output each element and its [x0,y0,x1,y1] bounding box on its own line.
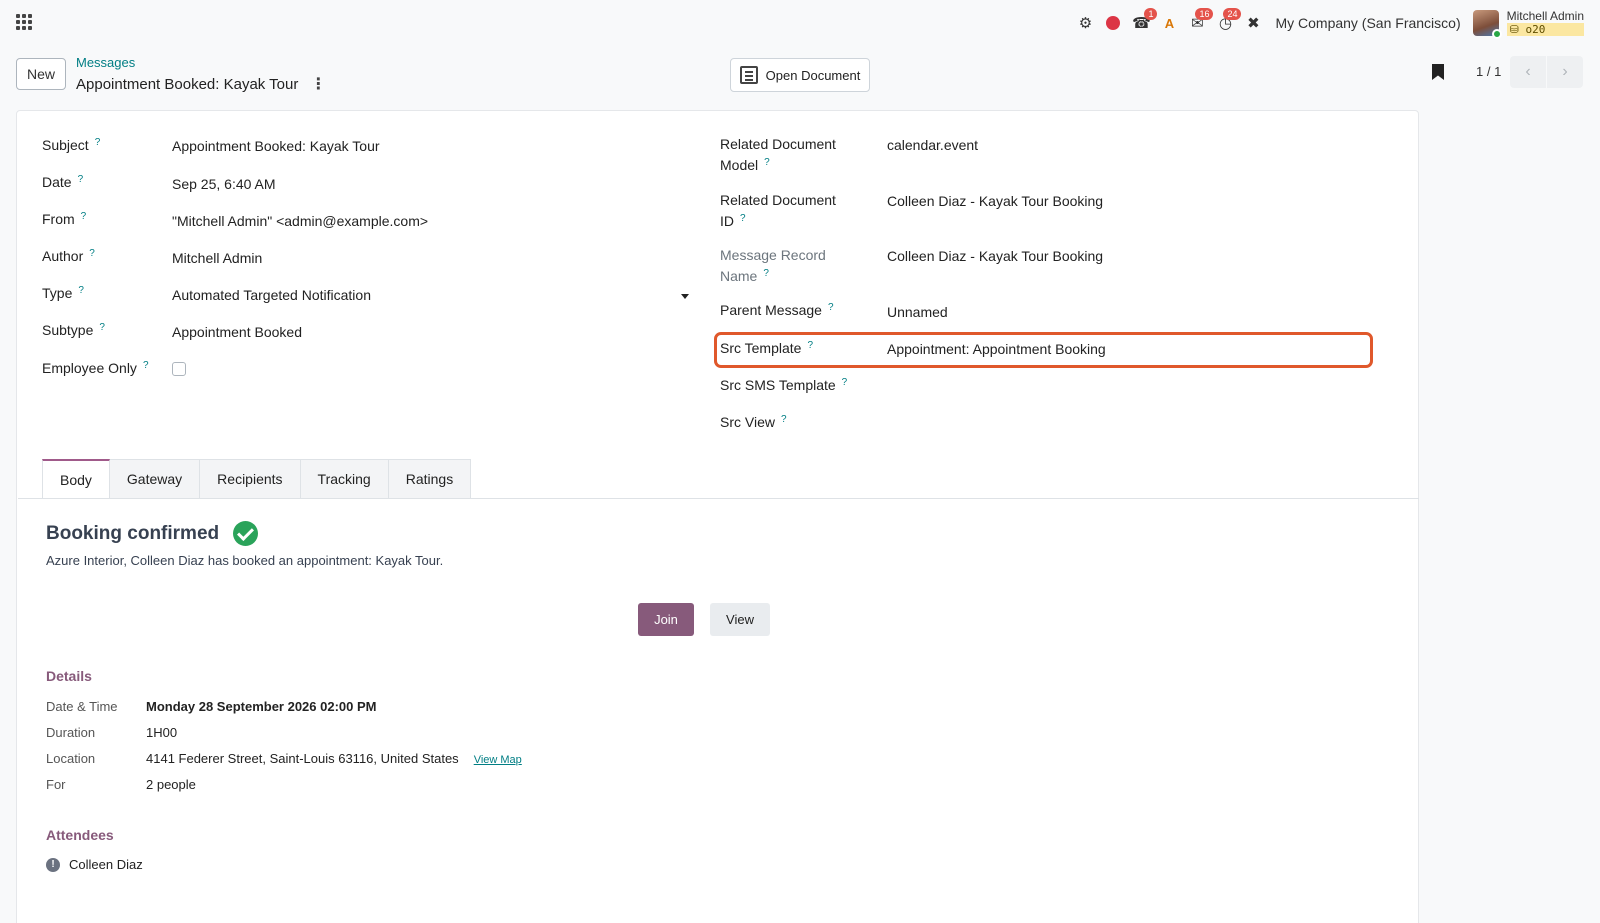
record-title: Appointment Booked: Kayak Tour ⋮ [76,74,326,94]
detail-label: For [46,777,66,792]
booking-description: Azure Interior, Colleen Diaz has booked … [46,553,444,568]
attendee-item: ! Colleen Diaz [46,857,143,872]
attendee-name: Colleen Diaz [69,857,143,872]
record-icon[interactable] [1099,6,1127,40]
debug-bug-icon[interactable]: ⚙ [1071,6,1099,40]
tab-body[interactable]: Body [42,459,110,499]
src-template-label: Src Template? [720,340,814,356]
author-value[interactable]: Mitchell Admin [172,248,262,269]
src-sms-template-label: Src SMS Template? [720,377,848,393]
related-document-id-value[interactable]: Colleen Diaz - Kayak Tour Booking [887,191,1103,212]
help-icon[interactable]: ? [764,157,770,168]
discuss-icon[interactable]: ✉ 16 [1183,6,1214,40]
date-label: Date? [42,174,84,190]
view-map-link[interactable]: View Map [474,754,522,766]
record-title-text: Appointment Booked: Kayak Tour [76,75,299,93]
subtype-label: Subtype? [42,322,105,338]
subtype-value[interactable]: Appointment Booked [172,322,302,343]
user-name: Mitchell Admin [1506,9,1584,23]
help-icon[interactable]: ? [842,377,848,388]
open-document-label: Open Document [765,67,861,83]
company-switcher[interactable]: My Company (San Francisco) [1275,15,1460,31]
employee-only-label: Employee Only? [42,360,149,376]
message-record-name-label: Message Record Name? [720,247,826,284]
new-button[interactable]: New [16,58,66,90]
help-icon[interactable]: ? [807,340,813,351]
help-icon[interactable]: ? [781,414,787,425]
tools-icon[interactable]: ✖ [1239,6,1267,40]
parent-message-value[interactable]: Unnamed [887,302,948,323]
detail-value: 1H00 [146,725,178,740]
pager-next-icon[interactable]: › [1547,56,1583,88]
author-label: Author? [42,248,95,264]
detail-value: Monday 28 September 2026 02:00 PM [146,699,377,714]
breadcrumb-messages[interactable]: Messages [76,55,135,70]
booking-title-text: Booking confirmed [46,522,220,544]
check-circle-icon [233,521,259,546]
top-navbar: ⚙ ☎ 1 A ✉ 16 ◷ 24 ✖ My Company (San Francis… [0,0,1600,46]
apps-menu-icon[interactable] [16,14,32,30]
form-sheet: Subject? Appointment Booked: Kayak Tour … [16,110,1419,923]
tab-recipients[interactable]: Recipients [199,459,301,498]
details-title: Details [46,668,92,684]
parent-message-label: Parent Message? [720,302,834,318]
help-icon[interactable]: ? [78,174,84,185]
document-icon [739,66,758,84]
help-icon[interactable]: ? [740,213,746,224]
help-icon[interactable]: ? [99,322,105,333]
pager-nav: ‹ › [1510,56,1583,88]
pager-previous-icon[interactable]: ‹ [1510,56,1546,88]
subject-label: Subject? [42,137,101,153]
join-button[interactable]: Join [638,603,694,636]
view-button[interactable]: View [710,603,770,636]
attendee-status-icon: ! [46,857,60,872]
user-menu[interactable]: Mitchell Admin ⛁ o20 [1506,9,1584,36]
phone-icon[interactable]: ☎ 1 [1127,6,1158,40]
detail-value: 2 people [146,777,196,792]
help-icon[interactable]: ? [763,268,769,279]
message-record-name-value: Colleen Diaz - Kayak Tour Booking [887,248,1104,264]
type-select[interactable]: Automated Targeted Notification [172,285,371,306]
from-label: From? [42,211,87,227]
detail-label: Date & Time [46,699,118,714]
related-document-id-label: Related Document ID? [720,192,836,229]
employee-only-checkbox[interactable] [172,362,186,376]
bookmark-icon[interactable] [1432,64,1444,80]
systray: ⚙ ☎ 1 A ✉ 16 ◷ 24 ✖ My Company (San Francis… [1071,6,1584,40]
user-avatar[interactable] [1472,10,1502,39]
actions-kebab-icon[interactable]: ⋮ [310,74,326,94]
related-document-model-label: Related Document Model? [720,136,836,173]
ai-icon[interactable]: A [1155,6,1183,40]
open-document-button[interactable]: Open Document [730,58,870,92]
detail-label: Duration [46,725,96,740]
type-label: Type? [42,285,84,301]
pager-value[interactable]: 1 / 1 [1476,64,1501,79]
notebook-tabs: Body Gateway Recipients Tracking Ratings [42,459,472,499]
date-value[interactable]: Sep 25, 6:40 AM [172,174,276,195]
src-view-label: Src View? [720,414,787,430]
activity-clock-icon[interactable]: ◷ 24 [1211,6,1242,40]
from-value[interactable]: "Mitchell Admin" <admin@example.com> [172,211,428,232]
src-template-value[interactable]: Appointment: Appointment Booking [887,339,1106,360]
help-icon[interactable]: ? [81,211,87,222]
detail-label: Location [46,751,96,766]
online-status-icon [1491,29,1502,39]
database-name: ⛁ o20 [1506,23,1584,36]
attendees-title: Attendees [46,827,114,843]
type-dropdown-icon[interactable] [681,294,689,299]
detail-location: 4141 Federer Street, Saint-Louis 63116, … [146,751,522,766]
location-value: 4141 Federer Street, Saint-Louis 63116, … [146,751,459,766]
tab-gateway[interactable]: Gateway [108,459,201,498]
help-icon[interactable]: ? [143,360,149,371]
tabs-divider [18,498,1419,499]
help-icon[interactable]: ? [828,302,834,313]
related-document-model-value[interactable]: calendar.event [887,135,978,156]
booking-title: Booking confirmed [46,521,259,546]
help-icon[interactable]: ? [78,285,84,296]
help-icon[interactable]: ? [95,137,101,148]
help-icon[interactable]: ? [89,248,95,259]
subject-value[interactable]: Appointment Booked: Kayak Tour [172,136,380,157]
tab-ratings[interactable]: Ratings [387,459,472,498]
tab-tracking[interactable]: Tracking [299,459,389,498]
